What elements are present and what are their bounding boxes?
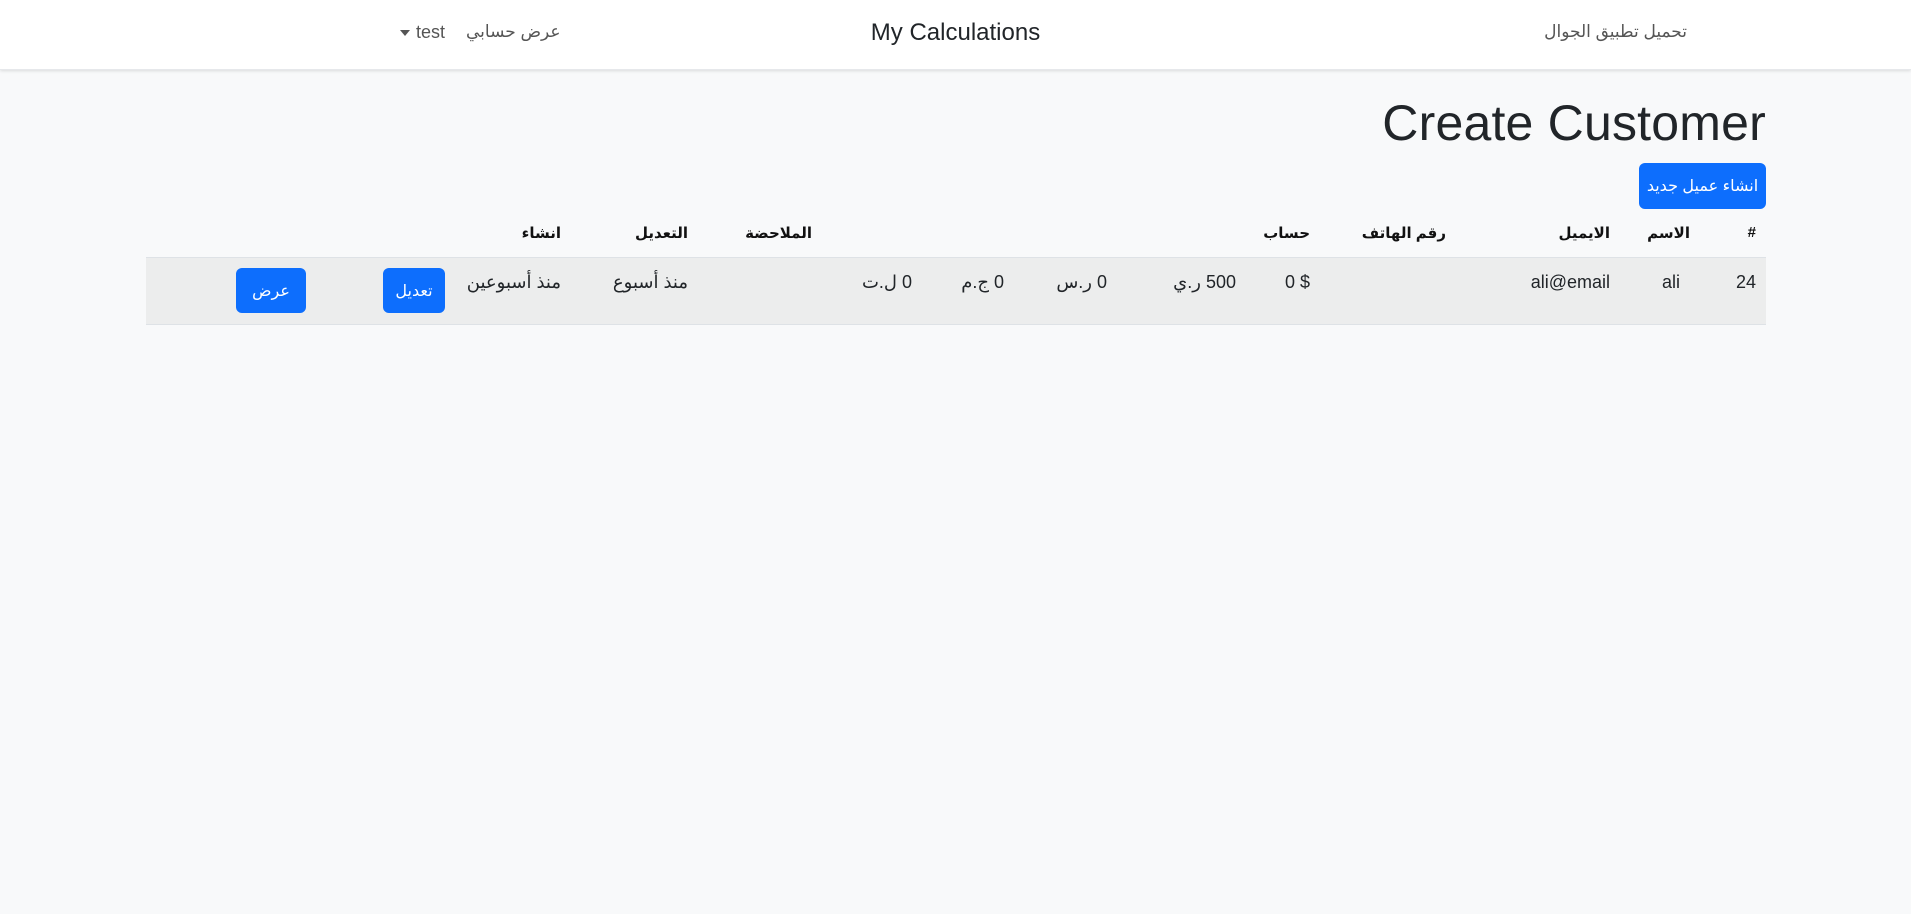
column-header-created: انشاء [521,225,561,242]
column-header-modified: التعديل [634,225,688,242]
cell-number: 24 [1735,272,1756,292]
cell-balance-try: 0 ل.ت [861,272,912,292]
user-menu-dropdown[interactable]: test [400,22,445,43]
top-navbar: تحميل تطبيق الجوال My Calculations عرض ح… [0,0,1911,70]
cell-balance-sar: 0 ر.س [1056,272,1107,292]
brand-container: My Calculations [0,19,1911,47]
table-row: 24 ali ali@email 0 $ 500 ر.ي 0 ر.س 0 ج.م… [146,258,1766,325]
user-name: test [416,22,446,42]
table-header-row: # الاسم الايميل رقم الهاتف حساب الملاحضة… [146,212,1766,258]
edit-button[interactable]: تعديل [383,268,445,313]
page-title: Create Customer [1382,95,1766,151]
view-account-link[interactable]: عرض حسابي [466,22,561,42]
caret-down-icon [400,30,410,36]
cell-modified: منذ أسبوع [612,272,688,292]
column-header-email: الايميل [1558,225,1610,242]
cell-balance-usd: 0 $ [1284,272,1310,292]
column-header-phone: رقم الهاتف [1361,225,1446,242]
cell-created: منذ أسبوعين [466,272,561,292]
column-header-account: حساب [1263,225,1310,242]
brand-title[interactable]: My Calculations [871,19,1040,47]
cell-email: ali@email [1530,272,1610,292]
cell-balance-egp: 0 ج.م [961,272,1004,292]
create-customer-button[interactable]: انشاء عميل جديد [1639,163,1766,209]
column-header-number: # [1747,224,1756,241]
column-header-note: الملاحضة [745,225,812,242]
cell-balance-yer: 500 ر.ي [1173,272,1236,292]
view-button[interactable]: عرض [236,268,306,313]
cell-name: ali [1661,272,1680,292]
column-header-name: الاسم [1647,225,1690,242]
